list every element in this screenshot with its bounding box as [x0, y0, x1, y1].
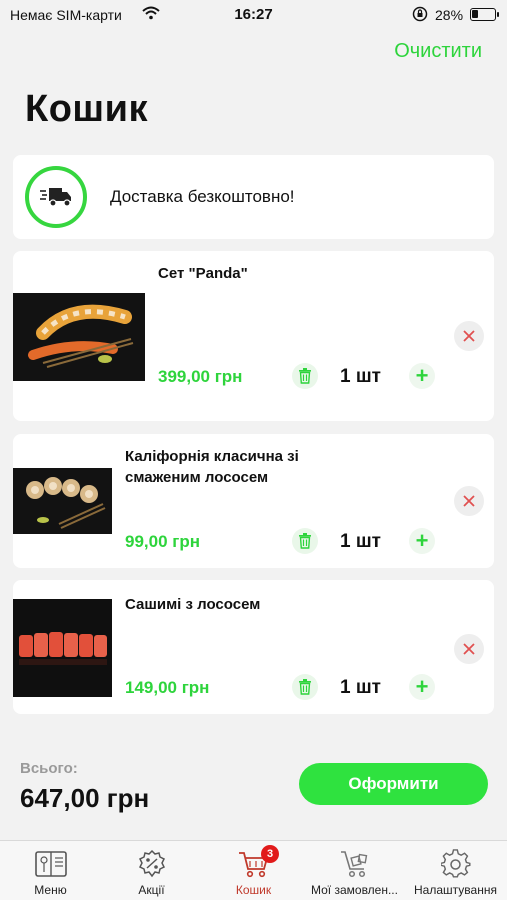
- total-label: Всього:: [20, 760, 78, 777]
- item-price: 399,00 грн: [158, 367, 243, 386]
- item-name: Сет "Panda": [158, 265, 248, 282]
- product-image: [13, 599, 112, 697]
- cart-count-badge: 3: [261, 845, 279, 863]
- tab-menu[interactable]: Меню: [0, 841, 101, 900]
- tab-label: Кошик: [235, 883, 272, 897]
- status-bar: Немає SIM-карти 16:27 28%: [0, 0, 507, 30]
- orders-cart-icon: [339, 849, 371, 884]
- gear-icon: [439, 849, 471, 884]
- product-image: [13, 468, 112, 534]
- total-value: 647,00 грн: [20, 783, 150, 813]
- remove-item-button[interactable]: [454, 486, 484, 516]
- cart-item: Каліфорнія класична зі смаженим лососем …: [13, 434, 494, 568]
- tab-settings[interactable]: Налаштування: [405, 841, 506, 900]
- item-price: 149,00 грн: [125, 678, 210, 697]
- rotation-lock-icon: [412, 6, 428, 25]
- checkout-button[interactable]: Оформити: [299, 763, 488, 805]
- tab-label: Налаштування: [414, 883, 497, 897]
- tab-my-orders[interactable]: Мої замовлен...: [304, 841, 405, 900]
- item-name: Сашимі з лососем: [125, 596, 261, 613]
- menu-book-icon: [34, 849, 68, 884]
- battery-icon: [470, 8, 499, 21]
- clock: 16:27: [234, 6, 273, 23]
- item-quantity: 1 шт: [340, 677, 381, 698]
- increase-quantity-button[interactable]: +: [409, 363, 435, 389]
- remove-item-button[interactable]: [454, 634, 484, 664]
- item-name: Каліфорнія класична зі смаженим лососем: [125, 448, 299, 486]
- cart-item: Сет "Panda" 399,00 грн 1 шт +: [13, 251, 494, 421]
- tab-cart[interactable]: 3 Кошик: [203, 841, 304, 900]
- tab-label: Меню: [34, 883, 67, 897]
- tab-label: Акції: [138, 883, 165, 897]
- battery-percent: 28%: [435, 7, 464, 23]
- item-quantity: 1 шт: [340, 531, 381, 552]
- delivery-text: Доставка безкоштовно!: [110, 187, 295, 206]
- item-quantity: 1 шт: [340, 366, 381, 387]
- increase-quantity-button[interactable]: +: [409, 528, 435, 554]
- cart-item: Сашимі з лососем 149,00 грн 1 шт +: [13, 580, 494, 714]
- tab-label: Мої замовлен...: [311, 883, 398, 897]
- tab-promotions[interactable]: Акції: [101, 841, 202, 900]
- trash-icon[interactable]: [292, 674, 318, 700]
- clear-cart-button[interactable]: Очистити: [394, 40, 482, 63]
- item-price: 99,00 грн: [125, 532, 200, 551]
- discount-badge-icon: [137, 849, 167, 884]
- trash-icon[interactable]: [292, 363, 318, 389]
- product-image: [13, 293, 145, 381]
- remove-item-button[interactable]: [454, 321, 484, 351]
- trash-icon[interactable]: [292, 528, 318, 554]
- page-title: Кошик: [25, 88, 148, 130]
- delivery-banner: Доставка безкоштовно!: [13, 155, 494, 239]
- increase-quantity-button[interactable]: +: [409, 674, 435, 700]
- truck-icon: [25, 166, 87, 228]
- tab-bar: Меню Акції 3 Кошик Мої замовлен... Налаш…: [0, 840, 507, 900]
